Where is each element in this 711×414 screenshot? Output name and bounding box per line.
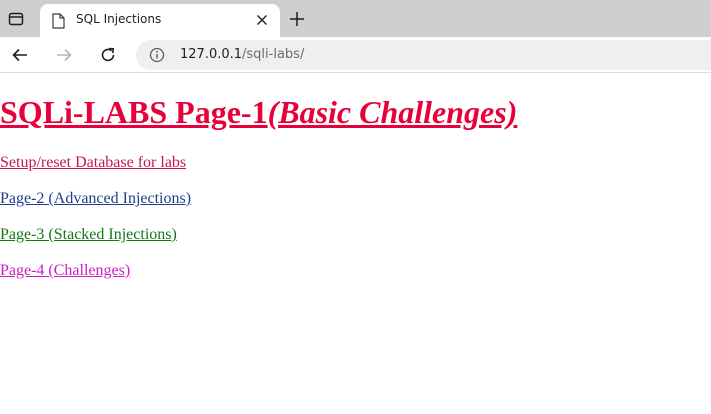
new-tab-button[interactable] [286,8,308,30]
setup-reset-database-link[interactable]: Setup/reset Database for labs [0,154,186,172]
page-4-link[interactable]: Page-4 (Challenges) [0,262,130,280]
page-content: SQLi-LABS Page-1(Basic Challenges) Setup… [0,73,711,414]
tab-actions-icon [8,12,24,26]
page-2-link[interactable]: Page-2 (Advanced Injections) [0,190,191,208]
url-path: /sqli-labs/ [242,47,305,62]
address-bar[interactable]: 127.0.0.1/sqli-labs/ [136,40,711,70]
close-tab-button[interactable] [254,12,270,28]
info-icon[interactable] [149,47,165,63]
page-icon [52,13,65,29]
page-3-link[interactable]: Page-3 (Stacked Injections) [0,226,177,244]
url-text[interactable]: 127.0.0.1/sqli-labs/ [180,40,304,70]
tab-strip: SQL Injections [0,0,711,37]
back-button[interactable] [8,43,32,67]
tab-actions-button[interactable] [4,8,28,30]
reload-button[interactable] [96,43,120,67]
browser-tab[interactable]: SQL Injections [40,4,280,37]
url-host: 127.0.0.1 [180,47,243,62]
reload-icon [101,47,115,62]
page-title-main: SQLi-LABS Page-1 [0,94,268,130]
forward-arrow-icon [57,48,72,62]
page-title-sub: (Basic Challenges) [267,94,518,130]
tab-title: SQL Injections [76,12,162,26]
plus-icon [290,12,304,26]
forward-button[interactable] [52,43,76,67]
back-arrow-icon [12,48,27,62]
close-icon [257,15,267,25]
page-title: SQLi-LABS Page-1(Basic Challenges) [0,94,517,131]
browser-toolbar: 127.0.0.1/sqli-labs/ [0,37,711,72]
